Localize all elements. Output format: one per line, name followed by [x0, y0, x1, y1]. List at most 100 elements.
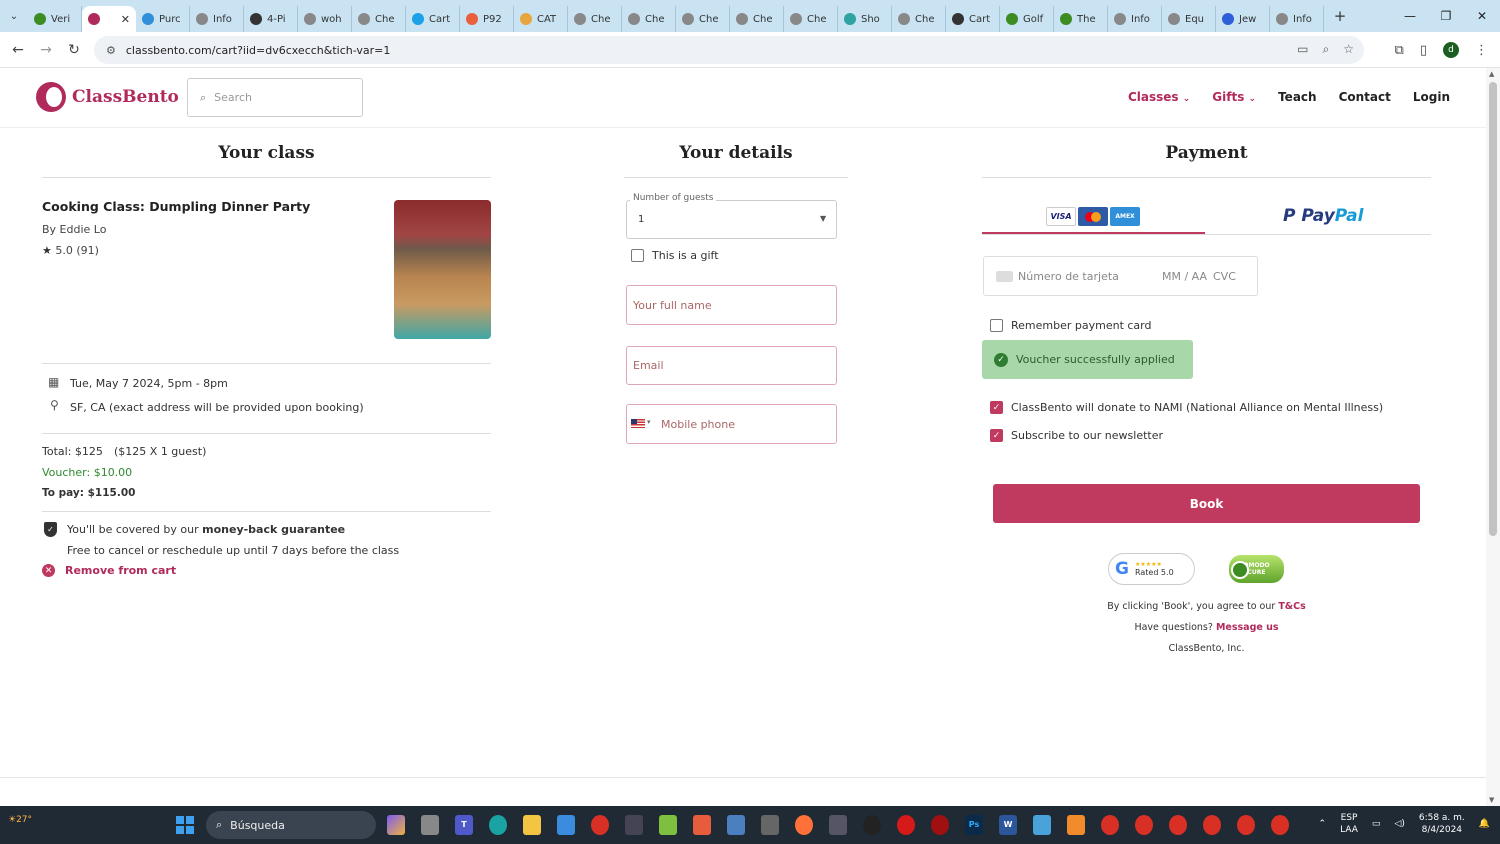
app-icon[interactable] [1033, 815, 1051, 835]
us-flag-icon[interactable] [631, 419, 645, 428]
card-payment-tab[interactable]: VISA AMEX [1046, 207, 1140, 226]
browser-tab[interactable]: The [1054, 6, 1108, 32]
chrome-profile-icon[interactable] [1237, 815, 1255, 835]
google-rating-badge[interactable]: G ★★★★★ Rated 5.0 [1108, 553, 1195, 585]
copilot-icon[interactable] [387, 815, 405, 835]
browser-tab[interactable]: Info [1108, 6, 1162, 32]
minimize-button[interactable]: — [1392, 0, 1428, 32]
language-indicator[interactable]: ESP LAA [1340, 812, 1358, 836]
firefox-icon[interactable] [795, 815, 813, 835]
browser-tab[interactable]: Golf [1000, 6, 1054, 32]
cvc-placeholder[interactable]: CVC [1213, 270, 1236, 283]
app-icon[interactable] [761, 815, 779, 835]
browser-tab[interactable]: Veri [28, 6, 82, 32]
app-icon[interactable] [727, 815, 745, 835]
browser-menu-icon[interactable]: ⋮ [1475, 43, 1488, 58]
nav-login[interactable]: Login [1413, 90, 1450, 104]
zoom-icon[interactable]: ⌕ [1323, 42, 1330, 57]
close-window-button[interactable]: ✕ [1464, 0, 1500, 32]
word-icon[interactable]: W [999, 815, 1017, 835]
site-settings-icon[interactable]: ⚙ [106, 44, 116, 57]
browser-tab[interactable]: Che [352, 6, 406, 32]
terms-link[interactable]: T&Cs [1278, 601, 1305, 612]
notifications-bell-icon[interactable]: 🔔 [1479, 819, 1490, 829]
guarantee-link[interactable]: money-back guarantee [202, 523, 345, 536]
browser-tab[interactable]: Info [1270, 6, 1324, 32]
browser-tab[interactable]: Che [676, 6, 730, 32]
browser-tab[interactable]: Che [622, 6, 676, 32]
nav-teach[interactable]: Teach [1278, 90, 1316, 104]
start-button[interactable] [176, 816, 194, 834]
browser-tab[interactable]: ✕ [82, 6, 136, 32]
close-tab-icon[interactable]: ✕ [121, 13, 130, 26]
donate-checkbox[interactable]: ✓ [990, 401, 1003, 414]
url-field[interactable]: ⚙ classbento.com/cart?iid=dv6cxecch&tich… [94, 36, 1364, 64]
class-title[interactable]: Cooking Class: Dumpling Dinner Party [42, 199, 310, 214]
paypal-tab[interactable]: P PayPal [1283, 206, 1363, 226]
clock[interactable]: 6:58 a. m. 8/4/2024 [1419, 812, 1465, 836]
browser-tab[interactable]: woh [298, 6, 352, 32]
volume-icon[interactable]: ◁) [1394, 819, 1404, 829]
site-search-input[interactable]: ⌕ Search [187, 78, 363, 117]
browser-tab[interactable]: 4-Pi [244, 6, 298, 32]
tab-search-button[interactable]: ⌄ [0, 0, 28, 32]
folder-icon[interactable] [523, 815, 541, 835]
browser-tab[interactable]: Jew [1216, 6, 1270, 32]
browser-tab[interactable]: Cart [406, 6, 460, 32]
bookmark-star-icon[interactable]: ☆ [1343, 42, 1354, 57]
chrome-profile-icon[interactable] [1135, 815, 1153, 835]
page-scrollbar[interactable]: ▲ ▼ [1486, 68, 1500, 806]
chrome-profile-icon[interactable] [1271, 815, 1289, 835]
opera-icon[interactable] [897, 815, 915, 835]
browser-tab[interactable]: Info [190, 6, 244, 32]
scroll-down-icon[interactable]: ▼ [1489, 796, 1494, 804]
chevron-up-icon[interactable]: ⌃ [1319, 819, 1327, 829]
app-icon[interactable] [829, 815, 847, 835]
app-icon[interactable] [863, 815, 881, 835]
gift-checkbox[interactable] [631, 249, 644, 262]
extensions-icon[interactable]: ⧉ [1395, 43, 1404, 58]
browser-tab[interactable]: CAT [514, 6, 568, 32]
teams-icon[interactable]: T [455, 815, 473, 835]
scrollbar-thumb[interactable] [1489, 82, 1497, 536]
browser-tab[interactable]: Cart [946, 6, 1000, 32]
new-tab-button[interactable]: + [1330, 7, 1350, 25]
install-app-icon[interactable]: ▭ [1297, 42, 1308, 57]
app-icon[interactable] [1067, 815, 1085, 835]
reload-icon[interactable]: ↻ [60, 42, 88, 58]
newsletter-checkbox[interactable]: ✓ [990, 429, 1003, 442]
nav-contact[interactable]: Contact [1339, 90, 1391, 104]
file-manager-icon[interactable] [421, 815, 439, 835]
profile-avatar[interactable]: d [1443, 42, 1459, 58]
remove-from-cart-link[interactable]: ✕ Remove from cart [42, 564, 176, 577]
browser-tab[interactable]: Equ [1162, 6, 1216, 32]
browser-tab[interactable]: Purc [136, 6, 190, 32]
app-icon[interactable] [659, 815, 677, 835]
browser-tab[interactable]: Che [784, 6, 838, 32]
photoshop-icon[interactable]: Ps [965, 815, 983, 835]
restore-button[interactable]: ❐ [1428, 0, 1464, 32]
browser-tab[interactable]: P92 [460, 6, 514, 32]
edge-icon[interactable] [489, 815, 507, 835]
app-icon[interactable] [693, 815, 711, 835]
taskbar-search[interactable]: ⌕ Búsqueda [206, 811, 376, 839]
browser-tab[interactable]: Sho [838, 6, 892, 32]
store-icon[interactable] [557, 815, 575, 835]
chrome-profile-icon[interactable] [1203, 815, 1221, 835]
nav-classes[interactable]: Classes ⌄ [1128, 90, 1190, 104]
message-us-link[interactable]: Message us [1216, 622, 1279, 633]
network-icon[interactable]: ▭ [1372, 819, 1381, 829]
chrome-profile-icon[interactable] [1169, 815, 1187, 835]
browser-tab[interactable]: Che [892, 6, 946, 32]
browser-tab[interactable]: Che [730, 6, 784, 32]
country-caret-icon[interactable]: ▾ [647, 418, 651, 426]
scroll-up-icon[interactable]: ▲ [1489, 70, 1494, 78]
guests-select[interactable] [626, 200, 837, 239]
back-icon[interactable]: ← [4, 42, 32, 58]
opera-gx-icon[interactable] [931, 815, 949, 835]
side-panel-icon[interactable]: ▯ [1420, 43, 1427, 58]
chrome-icon[interactable] [591, 815, 609, 835]
weather-widget[interactable]: ☀27° [8, 815, 32, 825]
app-icon[interactable] [625, 815, 643, 835]
remember-card-checkbox[interactable] [990, 319, 1003, 332]
